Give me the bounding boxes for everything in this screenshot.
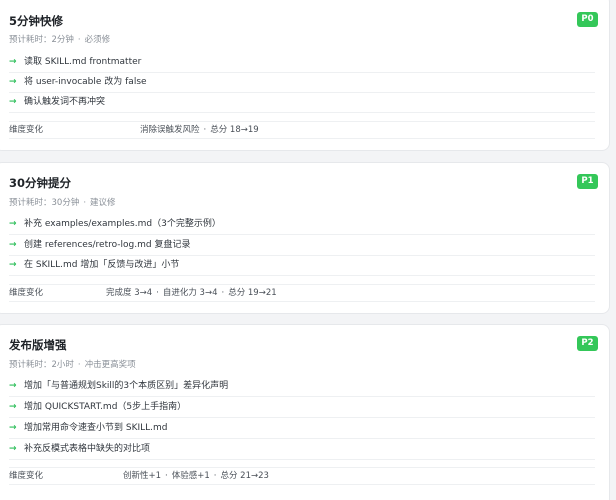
task-text: 确认触发词不再冲突 [24, 97, 106, 107]
plan-page: 5分钟快修 P0 预计耗时：2分钟 · 必须修 → 读取 SKILL.md front… [0, 0, 616, 500]
task-item: → 增加常用命令速查小节到 SKILL.md [9, 418, 595, 439]
arrow-right-icon: → [9, 77, 17, 87]
priority-badge: P2 [577, 336, 598, 351]
task-text: 增加常用命令速查小节到 SKILL.md [24, 423, 168, 433]
dimension-label: 维度变化 [9, 288, 44, 298]
meta-time: 预计耗时：30分钟 [9, 198, 80, 208]
section-meta: 预计耗时：30分钟 · 建议修 [9, 198, 116, 208]
dimension-label: 维度变化 [9, 471, 44, 481]
section-meta: 预计耗时：2分钟 · 必须修 [9, 35, 111, 45]
arrow-right-icon: → [9, 381, 17, 391]
dimension-value: 消除误触发风险 · 总分 18→19 [140, 125, 259, 135]
section-title: 发布版增强 [9, 338, 67, 352]
task-text: 补充 examples/examples.md（3个完整示例） [24, 219, 221, 229]
dimension-row: 维度变化 完成度 3→4 · 自进化力 3→4 · 总分 19→21 [9, 284, 595, 302]
section-title: 30分钟提分 [9, 176, 72, 190]
task-text: 补充反模式表格中缺失的对比项 [24, 444, 151, 454]
task-item: → 创建 references/retro-log.md 复盘记录 [9, 235, 595, 256]
priority-badge: P0 [577, 12, 598, 27]
arrow-right-icon: → [9, 423, 17, 433]
task-item: → 将 user-invocable 改为 false [9, 72, 595, 93]
meta-time: 预计耗时：2分钟 [9, 35, 74, 45]
section-card-p2: 发布版增强 P2 预计耗时：2小时 · 冲击更高奖项 → 增加「与普通规划Skill的… [0, 324, 610, 500]
task-text: 增加「与普通规划Skill的3个本质区别」差异化声明 [24, 381, 229, 391]
arrow-right-icon: → [9, 240, 17, 250]
section-card-p0: 5分钟快修 P0 预计耗时：2分钟 · 必须修 → 读取 SKILL.md front… [0, 0, 610, 151]
arrow-right-icon: → [9, 57, 17, 67]
task-text: 创建 references/retro-log.md 复盘记录 [24, 240, 191, 250]
meta-tag: 冲击更高奖项 [84, 360, 136, 370]
dimension-value: 完成度 3→4 · 自进化力 3→4 · 总分 19→21 [106, 288, 277, 298]
task-item: → 确认触发词不再冲突 [9, 92, 595, 113]
section-card-p1: 30分钟提分 P1 预计耗时：30分钟 · 建议修 → 补充 examples/exa… [0, 162, 610, 314]
dimension-label: 维度变化 [9, 125, 44, 135]
task-text: 在 SKILL.md 增加「反馈与改进」小节 [24, 260, 180, 270]
meta-tag: 必须修 [84, 35, 111, 45]
task-item: → 增加「与普通规划Skill的3个本质区别」差异化声明 [9, 376, 595, 397]
arrow-right-icon: → [9, 219, 17, 229]
task-item: → 读取 SKILL.md frontmatter [9, 52, 595, 73]
arrow-right-icon: → [9, 444, 17, 454]
task-item: → 在 SKILL.md 增加「反馈与改进」小节 [9, 255, 595, 276]
meta-tag: 建议修 [90, 198, 116, 208]
priority-badge: P1 [577, 174, 598, 189]
task-item: → 增加 QUICKSTART.md（5步上手指南） [9, 397, 595, 418]
task-item: → 补充反模式表格中缺失的对比项 [9, 439, 595, 460]
task-text: 读取 SKILL.md frontmatter [24, 57, 142, 67]
task-item: → 补充 examples/examples.md（3个完整示例） [9, 214, 595, 235]
arrow-right-icon: → [9, 402, 17, 412]
task-text: 将 user-invocable 改为 false [24, 77, 147, 87]
dimension-value: 创新性+1 · 体验感+1 · 总分 21→23 [123, 471, 269, 481]
arrow-right-icon: → [9, 260, 17, 270]
meta-time: 预计耗时：2小时 [9, 360, 74, 370]
task-text: 增加 QUICKSTART.md（5步上手指南） [24, 402, 187, 412]
dimension-row: 维度变化 创新性+1 · 体验感+1 · 总分 21→23 [9, 467, 595, 485]
dimension-row: 维度变化 消除误触发风险 · 总分 18→19 [9, 121, 595, 139]
section-title: 5分钟快修 [9, 14, 64, 28]
section-meta: 预计耗时：2小时 · 冲击更高奖项 [9, 360, 136, 370]
arrow-right-icon: → [9, 97, 17, 107]
